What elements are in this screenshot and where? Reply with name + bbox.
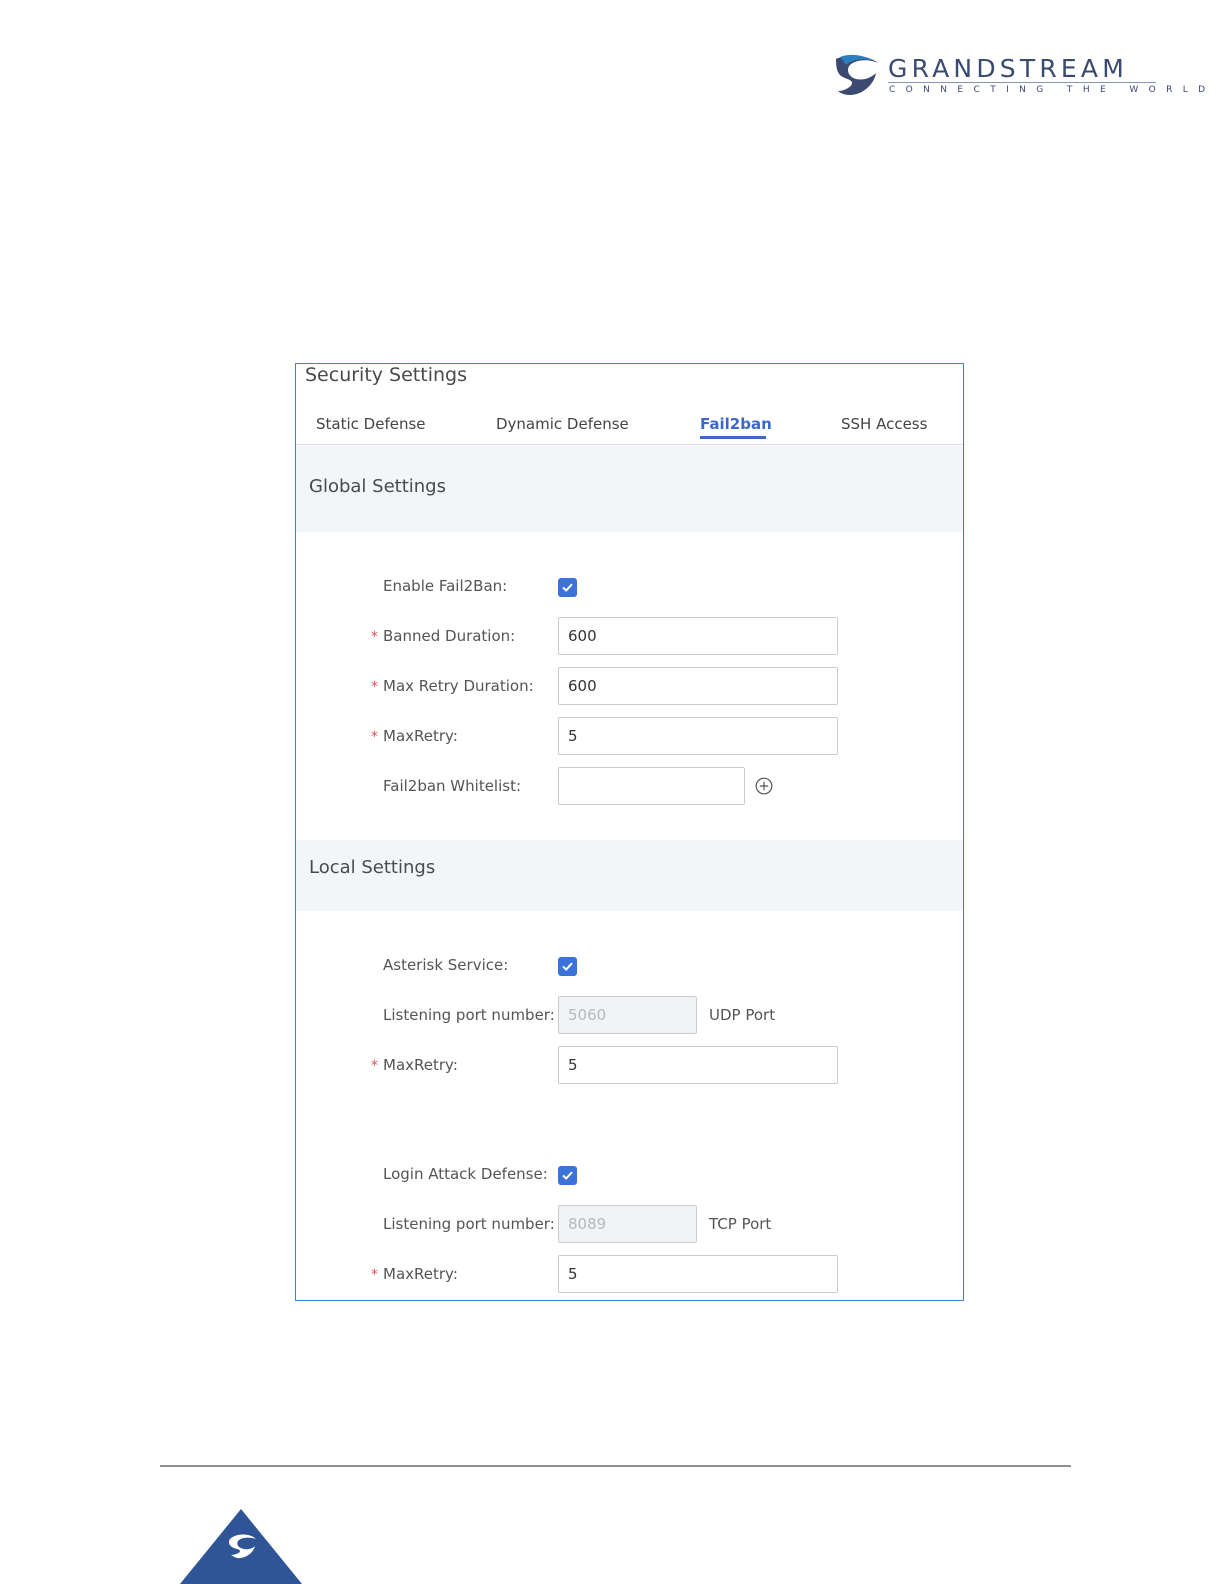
checkmark-icon [562, 1171, 573, 1180]
tab-ssh-access[interactable]: SSH Access [841, 415, 927, 433]
max-retry-duration-input[interactable]: 600 [558, 667, 838, 705]
asterisk-max-retry-label-text: MaxRetry: [383, 1056, 458, 1074]
max-retry-label-text: MaxRetry: [383, 727, 458, 745]
plus-circle-icon[interactable] [755, 777, 773, 795]
active-tab-indicator [700, 436, 766, 439]
banned-duration-label: * Banned Duration: [371, 627, 515, 645]
required-marker: * [371, 629, 378, 645]
whitelist-label: Fail2ban Whitelist: [383, 777, 522, 795]
brand-divider [888, 82, 1156, 83]
enable-fail2ban-checkbox[interactable] [558, 578, 577, 597]
footer-divider [160, 1465, 1071, 1467]
login-port-label: Listening port number: [383, 1215, 555, 1233]
required-marker: * [371, 1058, 378, 1074]
checkmark-icon [562, 583, 573, 592]
local-settings-header: Local Settings [296, 840, 963, 911]
grandstream-logo: GRANDSTREAM CONNECTING THE WORLD [834, 53, 1205, 101]
banned-duration-label-text: Banned Duration: [383, 627, 516, 645]
required-marker: * [371, 729, 378, 745]
tab-fail2ban[interactable]: Fail2ban [700, 415, 772, 433]
asterisk-port-label: Listening port number: [383, 1006, 555, 1024]
asterisk-max-retry-label: * MaxRetry: [371, 1056, 458, 1074]
enable-fail2ban-label: Enable Fail2Ban: [383, 577, 508, 595]
max-retry-duration-label: * Max Retry Duration: [371, 677, 534, 695]
asterisk-port-unit: UDP Port [709, 1006, 776, 1024]
max-retry-label: * MaxRetry: [371, 727, 458, 745]
brand-tagline: CONNECTING THE WORLD [889, 85, 1216, 95]
max-retry-duration-label-text: Max Retry Duration: [383, 677, 534, 695]
tab-bar: Static Defense Dynamic Defense Fail2ban … [296, 408, 963, 445]
login-max-retry-input[interactable]: 5 [558, 1255, 838, 1293]
required-marker: * [371, 679, 378, 695]
tab-static-defense[interactable]: Static Defense [316, 415, 426, 433]
banned-duration-input[interactable]: 600 [558, 617, 838, 655]
login-attack-defense-checkbox[interactable] [558, 1166, 577, 1185]
checkmark-icon [562, 962, 573, 971]
asterisk-max-retry-input[interactable]: 5 [558, 1046, 838, 1084]
grandstream-footer-icon [180, 1509, 302, 1584]
asterisk-port-input: 5060 [558, 996, 697, 1034]
login-attack-defense-label: Login Attack Defense: [383, 1165, 548, 1183]
login-port-unit: TCP Port [709, 1215, 772, 1233]
login-max-retry-label: * MaxRetry: [371, 1265, 458, 1283]
max-retry-input[interactable]: 5 [558, 717, 838, 755]
brand-name: GRANDSTREAM [888, 54, 1128, 83]
required-marker: * [371, 1267, 378, 1283]
whitelist-input[interactable] [558, 767, 745, 805]
tab-dynamic-defense[interactable]: Dynamic Defense [496, 415, 629, 433]
asterisk-service-checkbox[interactable] [558, 957, 577, 976]
login-max-retry-label-text: MaxRetry: [383, 1265, 458, 1283]
security-settings-panel: Security Settings Static Defense Dynamic… [295, 363, 964, 1301]
asterisk-service-label: Asterisk Service: [383, 956, 509, 974]
page-title: Security Settings [305, 364, 467, 386]
grandstream-logo-icon [836, 54, 878, 95]
login-port-input: 8089 [558, 1205, 697, 1243]
global-settings-header: Global Settings [296, 446, 963, 532]
local-settings-heading: Local Settings [309, 857, 436, 878]
global-settings-heading: Global Settings [309, 476, 446, 497]
